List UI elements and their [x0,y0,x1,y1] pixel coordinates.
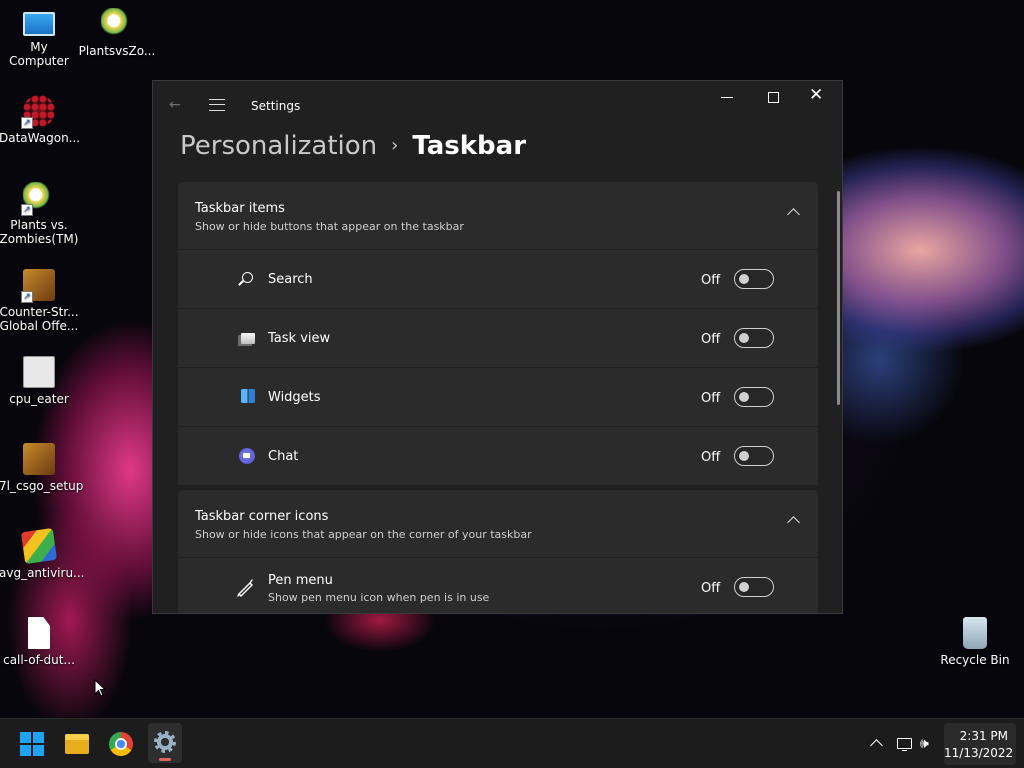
counter-strike-icon: ↗ [21,269,55,303]
chevron-up-icon[interactable] [787,516,800,529]
setting-label: Search [268,272,313,287]
desktop-icon-datawagon[interactable]: ↗ DataWagon... [0,95,80,145]
section-subtitle: Show or hide icons that appear on the co… [195,528,532,541]
setting-label: Chat [268,449,299,464]
chat-toggle[interactable] [734,446,774,466]
show-hidden-icons-chevron-icon[interactable] [870,739,883,752]
setting-row-chat: Chat Off [178,427,818,485]
section-taskbar-items-header[interactable]: Taskbar items Show or hide buttons that … [178,182,818,249]
task-view-icon [241,333,255,344]
start-icon[interactable] [20,732,44,756]
section-subtitle: Show or hide buttons that appear on the … [195,220,464,233]
clock[interactable]: 2:31 PM 11/13/2022 [944,723,1016,765]
settings-icon [154,731,176,753]
desktop-icon-csgo-setup[interactable]: 7l_csgo_setup [0,443,83,493]
file-icon [28,617,50,649]
breadcrumb-parent[interactable]: Personalization [180,131,377,161]
setting-row-task-view: Task view Off [178,309,818,367]
title-bar[interactable]: ← Settings ✕ [153,81,842,129]
network-icon[interactable] [897,738,912,751]
scrollbar-thumb[interactable] [837,191,840,405]
shortcut-arrow-icon: ↗ [21,117,33,129]
toggle-state-text: Off [701,450,721,465]
search-icon [242,272,253,283]
clock-time: 2:31 PM [959,729,1008,743]
recycle-bin-icon [963,617,987,649]
setting-row-search: Search Off [178,250,818,308]
volume-icon[interactable]: 🕪 [920,736,929,752]
toggle-state-text: Off [701,391,721,406]
breadcrumb: Personalization › Taskbar [180,127,526,168]
setting-row-widgets: Widgets Off [178,368,818,426]
monitor-icon [23,12,55,36]
window-title: Settings [251,99,301,113]
section-taskbar-corner-icons-header[interactable]: Taskbar corner icons Show or hide icons … [178,490,818,557]
chat-icon [239,448,255,464]
counter-strike-icon [23,443,55,475]
settings-window: ← Settings ✕ Personalization › Taskbar Tas… [152,80,843,614]
pen-icon [236,577,256,597]
chrome-icon[interactable] [109,732,133,756]
close-button[interactable]: ✕ [809,85,823,105]
pen-menu-toggle[interactable] [734,577,774,597]
settings-content: Taskbar items Show or hide buttons that … [178,182,818,613]
section-title: Taskbar corner icons [195,509,329,524]
minimize-button[interactable] [721,97,733,98]
plants-icon: ↗ [21,182,55,216]
plants-icon [101,8,133,40]
setting-description: Show pen menu icon when pen is in use [268,591,490,604]
desktop-icon-my-computer[interactable]: My Computer [0,8,79,68]
shortcut-arrow-icon: ↗ [21,291,33,303]
file-explorer-icon[interactable] [65,734,89,754]
task-view-toggle[interactable] [734,328,774,348]
page-title: Taskbar [412,131,527,161]
search-toggle[interactable] [734,269,774,289]
avg-icon [20,527,58,565]
desktop-icon-call-of-duty[interactable]: call-of-dut... [0,617,79,667]
section-title: Taskbar items [195,201,285,216]
clock-date: 11/13/2022 [944,746,1014,760]
breadcrumb-separator: › [391,135,399,156]
setting-label: Widgets [268,390,321,405]
settings-taskbar-button[interactable] [148,723,182,763]
hamburger-menu-icon[interactable] [209,99,225,111]
toggle-state-text: Off [701,273,721,288]
taskbar: 🕪 2:31 PM 11/13/2022 [0,718,1024,768]
app-gear-icon [23,356,55,388]
setting-label: Task view [268,331,331,346]
maximize-button[interactable] [768,92,779,103]
desktop-icon-plants-vs-zombies[interactable]: ↗ Plants vs. Zombies(TM) [0,182,79,246]
widgets-icon [241,389,255,403]
back-arrow-icon[interactable]: ← [169,97,181,113]
toggle-state-text: Off [701,332,721,347]
desktop-icon-recycle-bin[interactable]: Recycle Bin [935,617,1015,667]
active-indicator [159,758,171,761]
datawagon-icon: ↗ [21,95,55,129]
desktop-icon-plantsvszo[interactable]: PlantsvsZo... [77,8,157,58]
desktop-icon-avg-antivirus[interactable]: avg_antiviru... [0,527,85,580]
desktop-icon-cpu-eater[interactable]: cpu_eater [0,356,79,406]
shortcut-arrow-icon: ↗ [21,204,33,216]
widgets-toggle[interactable] [734,387,774,407]
desktop-icon-counter-strike[interactable]: ↗ Counter-Str... Global Offe... [0,269,79,333]
setting-label: Pen menu [268,573,333,588]
toggle-state-text: Off [701,581,721,596]
setting-row-pen-menu: Pen menu Show pen menu icon when pen is … [178,558,818,613]
chevron-up-icon[interactable] [787,208,800,221]
